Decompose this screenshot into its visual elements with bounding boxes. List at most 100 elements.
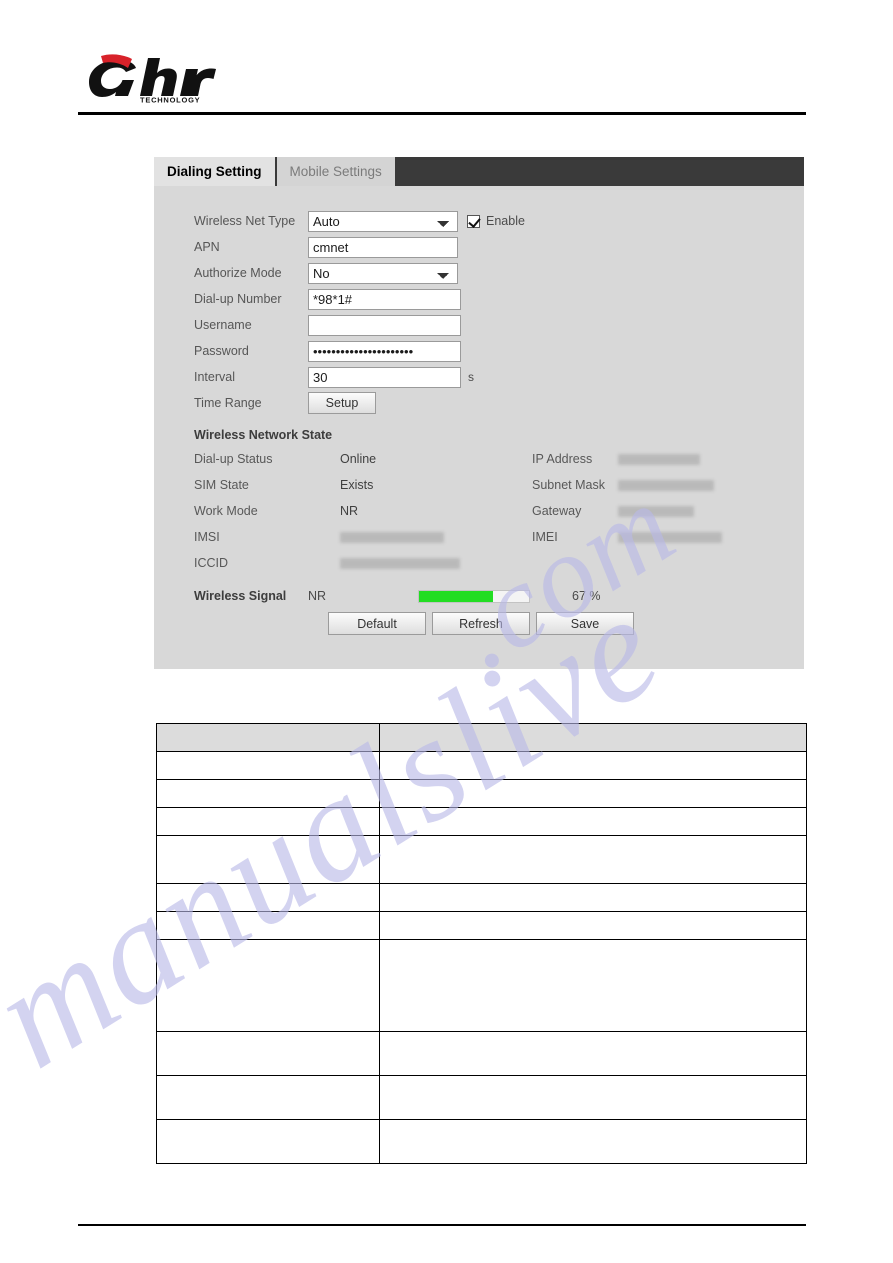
redacted-imsi <box>340 532 444 544</box>
state-row-sim-state: SIM State Exists Subnet Mask <box>194 472 804 498</box>
table-row <box>156 939 808 1032</box>
label-iccid: ICCID <box>194 556 229 570</box>
tab-dialing-setting[interactable]: Dialing Setting <box>154 157 277 186</box>
label-dial-up-status: Dial-up Status <box>194 452 273 466</box>
time-range-setup-button[interactable]: Setup <box>308 392 376 414</box>
table-header-parameter <box>156 723 380 752</box>
state-row-iccid: ICCID <box>194 550 804 576</box>
password-input[interactable] <box>308 340 461 362</box>
svg-text:TECHNOLOGY: TECHNOLOGY <box>140 96 200 105</box>
wireless-signal-row: Wireless Signal NR 67 % <box>154 589 804 603</box>
label-authorize-mode: Authorize Mode <box>194 266 282 280</box>
authorize-mode-select[interactable]: No <box>308 262 458 284</box>
state-row-work-mode: Work Mode NR Gateway <box>194 498 804 524</box>
value-iccid <box>340 556 532 570</box>
table-row <box>156 751 808 780</box>
table-body <box>156 751 808 1164</box>
table-cell-description <box>378 883 808 912</box>
table-cell-description <box>378 1075 808 1120</box>
dahua-logo: TECHNOLOGY <box>86 52 216 105</box>
value-ip-address <box>618 452 788 466</box>
table-cell-parameter <box>156 911 380 940</box>
refresh-button[interactable]: Refresh <box>432 612 530 635</box>
value-sim-state: Exists <box>340 478 374 492</box>
row-time-range: Time Range Setup <box>154 390 804 416</box>
wireless-net-type-select[interactable]: Auto <box>308 210 458 232</box>
action-button-row: Default Refresh Save <box>154 612 804 635</box>
table-row <box>156 911 808 940</box>
label-time-range: Time Range <box>194 396 262 410</box>
label-gateway: Gateway <box>532 504 582 518</box>
value-gateway <box>618 504 788 518</box>
header-divider-rule <box>78 112 806 115</box>
apn-input[interactable] <box>308 236 458 258</box>
value-imei <box>618 530 788 544</box>
label-username: Username <box>194 318 252 332</box>
dial-up-number-input[interactable] <box>308 288 461 310</box>
label-apn: APN <box>194 240 220 254</box>
table-cell-description <box>378 911 808 940</box>
row-interval: Interval s <box>154 364 804 390</box>
label-interval: Interval <box>194 370 235 384</box>
label-work-mode: Work Mode <box>194 504 258 518</box>
table-cell-description <box>378 1031 808 1076</box>
tab-bar: Dialing Setting Mobile Settings <box>154 157 804 186</box>
tab-mobile-settings[interactable]: Mobile Settings <box>276 157 397 186</box>
table-cell-parameter <box>156 1119 380 1164</box>
table-cell-parameter <box>156 835 380 884</box>
table-cell-parameter <box>156 1031 380 1076</box>
label-password: Password <box>194 344 249 358</box>
value-imsi <box>340 530 532 544</box>
footer-divider-rule <box>78 1224 806 1226</box>
label-dial-up-number: Dial-up Number <box>194 292 282 306</box>
row-password: Password <box>154 338 804 364</box>
table-cell-description <box>378 751 808 780</box>
label-wireless-signal: Wireless Signal <box>194 589 287 603</box>
enable-checkbox[interactable] <box>467 214 480 228</box>
table-row <box>156 1119 808 1164</box>
interval-input[interactable] <box>308 366 461 388</box>
row-wireless-net-type: Wireless Net Type Auto Enable <box>154 208 804 234</box>
row-username: Username <box>154 312 804 338</box>
redacted-imei <box>618 532 722 544</box>
label-wireless-net-type: Wireless Net Type <box>194 214 296 228</box>
table-row <box>156 883 808 912</box>
label-subnet-mask: Subnet Mask <box>532 478 605 492</box>
row-dial-up-number: Dial-up Number <box>154 286 804 312</box>
value-dial-up-status: Online <box>340 452 377 466</box>
username-input[interactable] <box>308 314 461 336</box>
redacted-iccid <box>340 558 460 570</box>
enable-label: Enable <box>486 214 525 228</box>
table-cell-description <box>378 835 808 884</box>
table-row <box>156 1031 808 1076</box>
dialing-setting-panel: Dialing Setting Mobile Settings Wireless… <box>154 157 804 669</box>
row-authorize-mode: Authorize Mode No <box>154 260 804 286</box>
table-row <box>156 835 808 884</box>
wireless-signal-percent: 67 % <box>572 589 601 603</box>
table-cell-parameter <box>156 779 380 808</box>
table-cell-parameter <box>156 751 380 780</box>
table-cell-description <box>378 1119 808 1164</box>
interval-unit: s <box>468 370 474 384</box>
parameter-description-table <box>156 723 808 1164</box>
redacted-subnet-mask <box>618 480 714 492</box>
redacted-gateway <box>618 506 694 518</box>
table-cell-parameter <box>156 939 380 1032</box>
value-subnet-mask <box>618 478 788 492</box>
state-row-dial-up-status: Dial-up Status Online IP Address <box>194 446 804 472</box>
wireless-network-state-grid: Dial-up Status Online IP Address SIM Sta… <box>154 446 804 576</box>
table-cell-parameter <box>156 883 380 912</box>
redacted-ip-address <box>618 454 700 466</box>
table-cell-description <box>378 779 808 808</box>
save-button[interactable]: Save <box>536 612 634 635</box>
table-row <box>156 779 808 808</box>
table-cell-description <box>378 939 808 1032</box>
table-row <box>156 807 808 836</box>
enable-checkbox-wrap[interactable]: Enable <box>467 214 525 228</box>
default-button[interactable]: Default <box>328 612 426 635</box>
label-sim-state: SIM State <box>194 478 249 492</box>
wireless-network-state-title: Wireless Network State <box>194 428 333 442</box>
table-cell-parameter <box>156 807 380 836</box>
value-work-mode: NR <box>340 504 359 518</box>
wireless-signal-bar-fill <box>419 590 493 602</box>
